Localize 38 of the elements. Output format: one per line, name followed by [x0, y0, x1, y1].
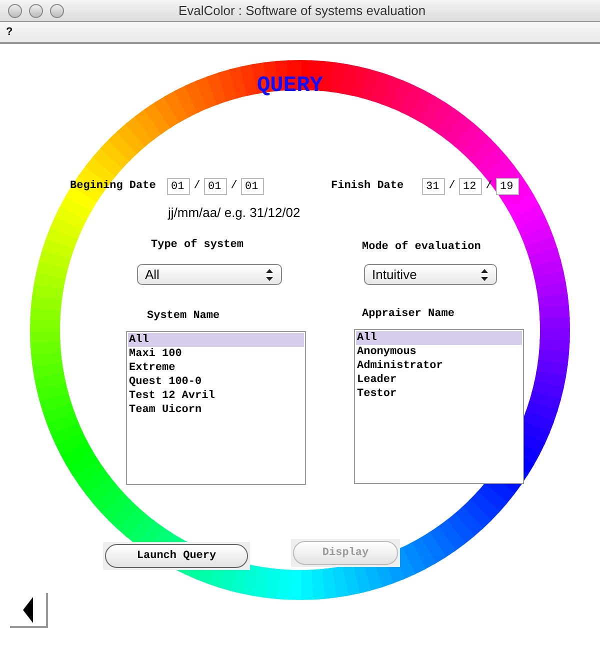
list-item[interactable]: Leader: [356, 373, 522, 387]
list-item[interactable]: Maxi 100: [128, 347, 304, 361]
date-separator: /: [448, 179, 456, 194]
left-triangle-icon: [23, 596, 33, 622]
list-item[interactable]: All: [356, 331, 522, 345]
date-separator: /: [230, 179, 238, 194]
field-label: Mode of evaluation: [362, 240, 481, 254]
list-item[interactable]: Test 12 Avril: [128, 389, 304, 403]
date-separator: /: [484, 179, 494, 194]
list-item[interactable]: Quest 100-0: [128, 375, 304, 389]
date-hint: jj/mm/aa/ e.g. 31/12/02: [168, 205, 302, 221]
list-item[interactable]: Anonymous: [356, 345, 522, 359]
field-label: Type of system: [151, 238, 244, 253]
menu-item[interactable]: ?: [6, 24, 13, 40]
date-separator: /: [192, 179, 202, 194]
date-field[interactable]: 01: [204, 178, 227, 195]
window-title: EvalColor : Software of systems evaluation: [177, 2, 427, 20]
window-control-icon[interactable]: [50, 4, 64, 18]
window-control-icon[interactable]: [8, 4, 22, 18]
date-field[interactable]: 31: [422, 178, 445, 195]
date-field[interactable]: 12: [459, 178, 482, 195]
up-down-arrows-icon: [481, 268, 488, 280]
list-item[interactable]: Team Uicorn: [128, 403, 304, 417]
list-item[interactable]: Administrator: [356, 359, 522, 373]
window-control-icon[interactable]: [29, 4, 43, 18]
list-item[interactable]: All: [128, 333, 304, 347]
up-down-arrows-icon: [266, 268, 273, 280]
date-field[interactable]: 01: [241, 178, 264, 195]
date-field[interactable]: 19: [496, 178, 519, 195]
list-item[interactable]: Testor: [356, 387, 522, 401]
date-label: Finish Date: [331, 179, 405, 194]
query-button[interactable]: Launch Query: [105, 544, 248, 568]
list-item[interactable]: Extreme: [128, 361, 304, 375]
list-label: Appraiser Name: [362, 307, 454, 322]
list-label: System Name: [147, 309, 221, 323]
date-field[interactable]: 01: [167, 178, 190, 195]
dropdown[interactable]: Intuitive: [364, 264, 497, 285]
dropdown[interactable]: All: [137, 264, 282, 285]
